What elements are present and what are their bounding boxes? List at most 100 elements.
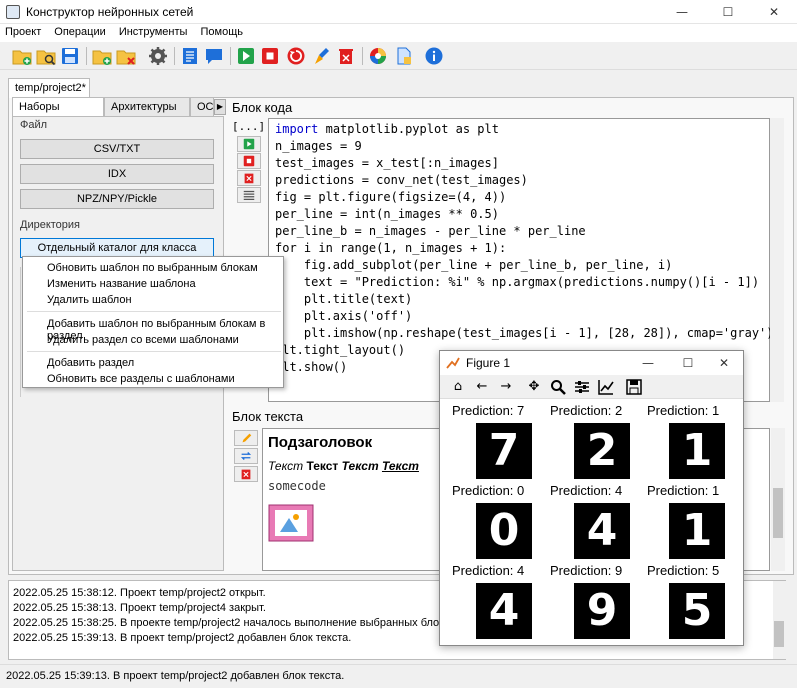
- delete-text-block-icon[interactable]: [234, 466, 258, 482]
- prediction-label: Prediction: 1: [647, 403, 720, 418]
- forward-arrow-icon[interactable]: →: [498, 379, 514, 395]
- digit-glyph: 1: [681, 425, 713, 476]
- prediction-label: Prediction: 2: [550, 403, 623, 418]
- delete-block-icon[interactable]: [237, 170, 261, 186]
- zoom-icon[interactable]: [550, 379, 566, 395]
- edit-axis-icon[interactable]: [598, 379, 614, 395]
- figure-maximize-button[interactable]: ☐: [670, 351, 706, 375]
- delete-icon[interactable]: [336, 46, 356, 66]
- pan-icon[interactable]: ✥: [526, 379, 542, 395]
- text-block-icon[interactable]: [180, 46, 200, 66]
- text-italic: Текст: [268, 459, 304, 473]
- digit-glyph: 7: [488, 425, 520, 476]
- run-icon[interactable]: [236, 46, 256, 66]
- toolbar-separator: [362, 47, 363, 65]
- list-block-icon[interactable]: [237, 187, 261, 203]
- document-icon[interactable]: [394, 46, 414, 66]
- figure-toolbar: ⌂ ← → ✥: [440, 375, 743, 399]
- digit-image: 4: [476, 583, 532, 639]
- edit-text-icon[interactable]: [234, 430, 258, 446]
- comment-icon[interactable]: [204, 46, 224, 66]
- save-figure-icon[interactable]: [626, 379, 642, 395]
- run-block-icon[interactable]: [237, 136, 261, 152]
- npz-button[interactable]: NPZ/NPY/Pickle: [20, 189, 214, 209]
- status-text: 2022.05.25 15:39:13. В проект temp/proje…: [6, 670, 345, 682]
- digit-image: 1: [669, 423, 725, 479]
- text-bold: Текст: [306, 459, 339, 473]
- log-line: 2022.05.25 15:38:13. Проект temp/project…: [13, 602, 266, 614]
- code-scrollbar[interactable]: [770, 118, 784, 402]
- home-icon[interactable]: ⌂: [450, 379, 466, 395]
- left-tabs: Наборы данных Архитектуры ОС ▶: [12, 97, 226, 125]
- prediction-label: Prediction: 4: [452, 563, 525, 578]
- toolbar-separator: [230, 47, 231, 65]
- ctx-update-all-sections[interactable]: Обновить все разделы с шаблонами: [47, 373, 235, 385]
- tab-project[interactable]: temp/project2*: [8, 78, 90, 98]
- code-line: import matplotlib.pyplot as plt: [275, 122, 499, 136]
- figure-close-button[interactable]: ✕: [706, 351, 742, 375]
- digit-glyph: 5: [681, 585, 713, 636]
- save-icon[interactable]: [60, 46, 80, 66]
- code-line: n_images = 9: [275, 139, 362, 153]
- back-arrow-icon[interactable]: ←: [474, 379, 490, 395]
- log-scrollbar[interactable]: [773, 581, 786, 659]
- idx-button[interactable]: IDX: [20, 164, 214, 184]
- code-line: per_line = int(n_images ** 0.5): [275, 207, 499, 221]
- info-icon[interactable]: [424, 46, 444, 66]
- text-block-label: Блок текста: [232, 409, 304, 424]
- open-folder-icon[interactable]: [36, 46, 56, 66]
- color-wheel-icon[interactable]: [368, 46, 388, 66]
- ctx-update-template[interactable]: Обновить шаблон по выбранным блокам: [47, 262, 258, 274]
- context-menu: Обновить шаблон по выбранным блокам Изме…: [22, 256, 284, 388]
- menu-tools[interactable]: Инструменты: [114, 24, 193, 40]
- ctx-separator: [27, 351, 281, 352]
- clear-icon[interactable]: [312, 46, 332, 66]
- log-line: 2022.05.25 15:39:13. В проект temp/proje…: [13, 632, 352, 644]
- text-scroll-thumb[interactable]: [773, 488, 783, 538]
- ctx-delete-section[interactable]: Удалить раздел со всеми шаблонами: [47, 334, 239, 346]
- text-code: somecode: [268, 479, 326, 493]
- configure-subplots-icon[interactable]: [574, 379, 590, 395]
- digit-image: 0: [476, 503, 532, 559]
- text-scrollbar[interactable]: [771, 428, 785, 571]
- restart-icon[interactable]: [286, 46, 306, 66]
- log-line: 2022.05.25 15:38:25. В проекте temp/proj…: [13, 617, 460, 629]
- code-line: predictions = conv_net(test_images): [275, 173, 528, 187]
- add-folder-icon[interactable]: [92, 46, 112, 66]
- menu-project[interactable]: Проект: [0, 24, 46, 40]
- prediction-label: Prediction: 4: [550, 483, 623, 498]
- code-line: fig = plt.figure(figsize=(4, 4)): [275, 190, 507, 204]
- code-line: for i in range(1, n_images + 1):: [275, 241, 507, 255]
- dir-group-label: Директория: [20, 219, 81, 231]
- digit-glyph: 4: [488, 585, 520, 636]
- figure-window: Figure 1 — ☐ ✕ ⌂ ← → ✥ Prediction: 7 7 Pre…: [439, 350, 744, 646]
- tab-other[interactable]: ОС: [190, 97, 214, 117]
- csv-txt-button[interactable]: CSV/TXT: [20, 139, 214, 159]
- ctx-add-section[interactable]: Добавить раздел: [47, 357, 134, 369]
- exec-count: [...]: [232, 120, 266, 133]
- prediction-label: Prediction: 1: [647, 483, 720, 498]
- separate-class-dir-button[interactable]: Отдельный каталог для класса: [20, 238, 214, 258]
- figure-minimize-button[interactable]: —: [630, 351, 666, 375]
- digit-image: 1: [669, 503, 725, 559]
- log-scroll-thumb[interactable]: [774, 621, 784, 647]
- toolbar-separator: [174, 47, 175, 65]
- menu-help[interactable]: Помощь: [195, 24, 248, 40]
- tab-architectures[interactable]: Архитектуры: [104, 97, 190, 117]
- text-bold-italic-underline: Текст: [381, 459, 419, 473]
- tabs-scroll-arrow-icon[interactable]: ▶: [214, 99, 226, 115]
- menu-bar: Проект Операции Инструменты Помощь: [0, 24, 797, 42]
- stop-block-icon[interactable]: [237, 153, 261, 169]
- minimize-button[interactable]: —: [659, 0, 705, 24]
- maximize-button[interactable]: ☐: [705, 0, 751, 24]
- ctx-delete-template[interactable]: Удалить шаблон: [47, 294, 132, 306]
- remove-folder-icon[interactable]: [116, 46, 136, 66]
- close-button[interactable]: ✕: [751, 0, 797, 24]
- menu-operations[interactable]: Операции: [49, 24, 110, 40]
- ctx-rename-template[interactable]: Изменить название шаблона: [47, 278, 196, 290]
- swap-icon[interactable]: [234, 448, 258, 464]
- tab-datasets[interactable]: Наборы данных: [12, 97, 104, 125]
- stop-icon[interactable]: [260, 46, 280, 66]
- new-folder-icon[interactable]: [12, 46, 32, 66]
- gear-icon[interactable]: [148, 46, 168, 66]
